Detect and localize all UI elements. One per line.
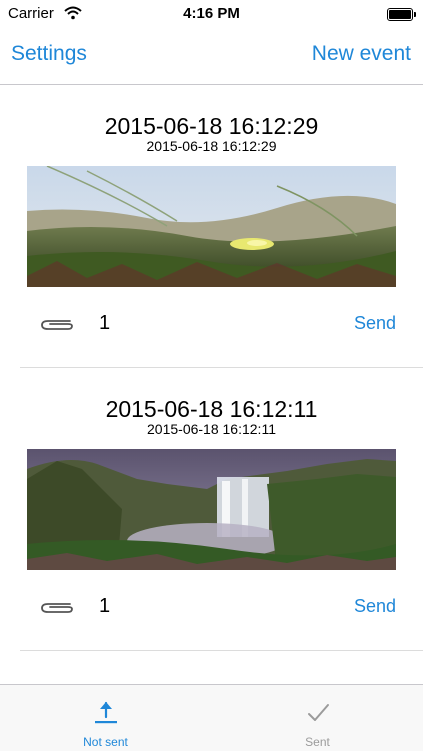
upload-icon [95, 701, 117, 724]
navigation-bar: Settings New event [0, 28, 423, 85]
new-event-button[interactable]: New event [312, 42, 411, 66]
event-title: 2015-06-18 16:12:29 [104, 113, 319, 139]
event-title: 2015-06-18 16:12:11 [105, 396, 318, 422]
tab-label: Sent [305, 735, 330, 749]
event-photo[interactable] [27, 449, 396, 570]
attachment-count: 1 [99, 312, 111, 334]
status-bar: Carrier 4:16 PM [0, 0, 423, 28]
battery-icon [387, 8, 416, 21]
checkmark-icon [308, 704, 329, 721]
event-card[interactable]: 2015-06-18 16:12:29 2015-06-18 16:12:29 [0, 113, 423, 395]
tab-bar: Not sent Sent [0, 684, 423, 751]
paperclip-icon [41, 320, 73, 330]
attachment-count: 1 [99, 595, 111, 617]
settings-button[interactable]: Settings [11, 42, 87, 66]
divider [20, 650, 423, 651]
tab-label: Not sent [83, 735, 128, 749]
event-subtitle: 2015-06-18 16:12:11 [147, 421, 276, 437]
send-button[interactable]: Send [354, 596, 396, 617]
send-button[interactable]: Send [354, 313, 396, 334]
paperclip-icon [41, 603, 73, 613]
clock: 4:16 PM [183, 5, 240, 22]
tab-not-sent[interactable]: Not sent [0, 685, 211, 751]
tab-sent[interactable]: Sent [212, 685, 423, 751]
event-photo[interactable] [27, 166, 396, 287]
event-subtitle: 2015-06-18 16:12:29 [146, 138, 277, 154]
divider [20, 367, 423, 368]
event-card[interactable]: 2015-06-18 16:12:11 2015-06-18 16:12:11 … [0, 396, 423, 678]
